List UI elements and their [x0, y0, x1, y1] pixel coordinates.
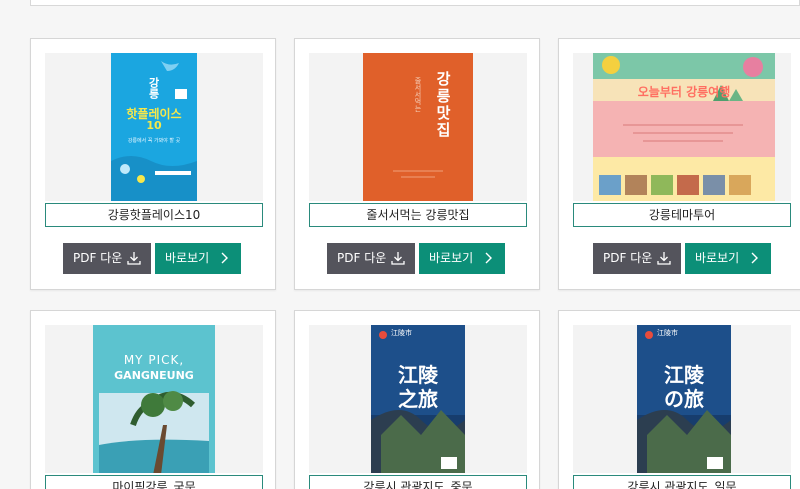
- cover-illustration: [111, 61, 197, 201]
- cover-image: 오늘부터 강릉여행: [593, 53, 775, 201]
- chevron-right-icon: [751, 252, 758, 264]
- view-now-button[interactable]: 바로보기: [419, 243, 505, 274]
- cover-image: 江陵市 江陵 の旅: [637, 325, 731, 473]
- previous-section-box: [30, 0, 800, 6]
- brochure-thumbnail[interactable]: 江陵市 江陵 の旅: [573, 325, 791, 473]
- brochure-thumbnail[interactable]: 강릉 핫플레이스 10 강릉에서 꼭 가봐야 할 곳: [45, 53, 263, 201]
- brochure-thumbnail[interactable]: MY PICK, GANGNEUNG: [45, 325, 263, 473]
- cover-title-line2: の旅: [664, 387, 704, 411]
- cover-brand: 江陵市: [657, 329, 678, 337]
- cover-decoration: [393, 170, 443, 178]
- cover-title-line2: 之旅: [398, 387, 438, 411]
- download-icon: [127, 252, 141, 265]
- brochure-title: 마이픽강릉_국문: [45, 475, 263, 489]
- pdf-download-button[interactable]: PDF 다운: [593, 243, 681, 274]
- view-now-label: 바로보기: [695, 251, 740, 265]
- pdf-download-button[interactable]: PDF 다운: [327, 243, 415, 274]
- view-now-button[interactable]: 바로보기: [155, 243, 241, 274]
- chevron-right-icon: [221, 252, 228, 264]
- view-now-label: 바로보기: [429, 251, 474, 265]
- brochure-title: 강릉핫플레이스10: [45, 203, 263, 227]
- brochure-thumbnail[interactable]: 강릉맛집 줄서서먹는: [309, 53, 527, 201]
- brochure-thumbnail[interactable]: 오늘부터 강릉여행: [573, 53, 791, 201]
- view-now-label: 바로보기: [165, 251, 210, 265]
- brochure-card: 江陵市 江陵 の旅 강릉시 관광지도_일문: [558, 310, 800, 489]
- cover-image: 강릉맛집 줄서서먹는: [363, 53, 473, 201]
- brochure-title: 강릉테마투어: [573, 203, 791, 227]
- brochure-thumbnail[interactable]: 江陵市 江陵 之旅: [309, 325, 527, 473]
- brochure-card: 江陵市 江陵 之旅 강릉시 관광지도_중문: [294, 310, 540, 489]
- pdf-download-label: PDF 다운: [73, 251, 123, 265]
- pdf-download-label: PDF 다운: [603, 251, 653, 265]
- cover-image: 강릉 핫플레이스 10 강릉에서 꼭 가봐야 할 곳: [111, 53, 197, 201]
- brochure-card: 강릉맛집 줄서서먹는 줄서서먹는 강릉맛집 PDF 다운 바로보기: [294, 38, 540, 290]
- cover-illustration: [593, 53, 775, 201]
- download-icon: [657, 252, 671, 265]
- cover-photo: [99, 391, 209, 473]
- brochure-card: MY PICK, GANGNEUNG 마이픽강릉_국문: [30, 310, 276, 489]
- brochure-title: 강릉시 관광지도_일문: [573, 475, 791, 489]
- chevron-right-icon: [485, 252, 492, 264]
- brochure-card: 강릉 핫플레이스 10 강릉에서 꼭 가봐야 할 곳 강릉핫플레이스10 PDF…: [30, 38, 276, 290]
- cover-title: 오늘부터 강릉여행: [637, 85, 731, 99]
- brochure-card: 오늘부터 강릉여행 강릉테마투어 PDF 다운 바로보기: [558, 38, 800, 290]
- pdf-download-button[interactable]: PDF 다운: [63, 243, 151, 274]
- cover-brand: 江陵市: [391, 329, 412, 337]
- pdf-download-label: PDF 다운: [337, 251, 387, 265]
- brochure-title: 줄서서먹는 강릉맛집: [309, 203, 527, 227]
- view-now-button[interactable]: 바로보기: [685, 243, 771, 274]
- cover-image: 江陵市 江陵 之旅: [371, 325, 465, 473]
- download-icon: [391, 252, 405, 265]
- cover-image: MY PICK, GANGNEUNG: [93, 325, 215, 473]
- brochure-title: 강릉시 관광지도_중문: [309, 475, 527, 489]
